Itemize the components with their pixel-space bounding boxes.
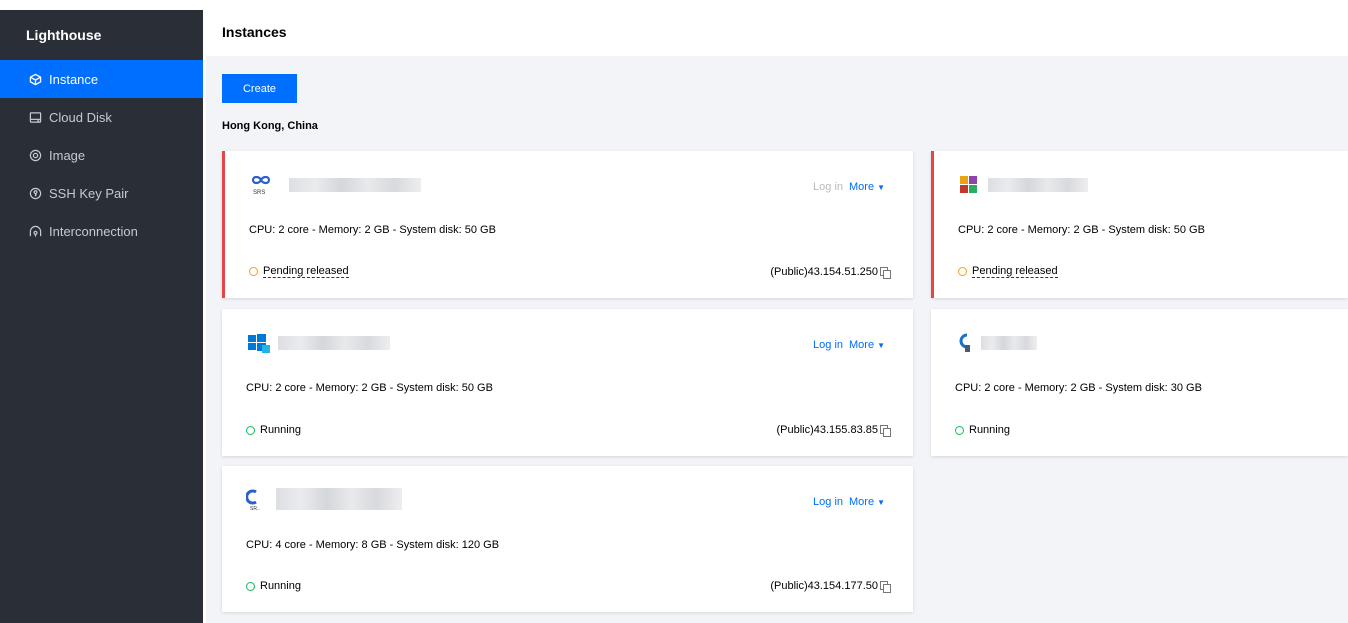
status-text[interactable]: Pending released — [263, 265, 349, 278]
card-actions: Log in More ▼ — [813, 339, 885, 351]
sidebar-item-cloud-disk[interactable]: Cloud Disk — [0, 98, 203, 136]
instance-spec: CPU: 2 core - Memory: 2 GB - System disk… — [249, 224, 496, 236]
more-dropdown[interactable]: More ▼ — [849, 496, 885, 508]
status-circle-icon — [958, 267, 967, 276]
top-gap — [0, 0, 1348, 10]
status-circle-icon — [246, 581, 255, 591]
instance-spec: CPU: 4 core - Memory: 8 GB - System disk… — [246, 539, 500, 551]
copy-icon[interactable] — [880, 581, 891, 593]
status-badge: Running — [955, 424, 1010, 436]
copy-icon[interactable] — [880, 267, 891, 279]
sidebar-item-ssh-key-pair[interactable]: SSH Key Pair — [0, 174, 203, 212]
more-dropdown[interactable]: More ▼ — [849, 339, 885, 351]
status-text: Running — [260, 580, 301, 592]
more-label: More — [849, 339, 875, 351]
ip-text: (Public)43.154.177.50 — [770, 580, 878, 592]
create-button[interactable]: Create — [222, 74, 297, 103]
instance-card[interactable]: CPU: 2 core - Memory: 2 GB - System disk… — [931, 309, 1348, 456]
region-label: Hong Kong, China — [222, 120, 318, 132]
logo-text: SR.. — [250, 506, 260, 512]
instance-name-redacted — [988, 178, 1088, 192]
key-pair-icon — [28, 186, 42, 200]
instance-card[interactable]: SRS Log in More ▼ CPU: 2 core - Memory: 2… — [222, 151, 913, 298]
instance-card[interactable]: Log in More ▼ CPU: 2 core - Memory: 2 GB … — [222, 309, 913, 456]
status-badge: Running — [246, 580, 301, 592]
sidebar: Lighthouse Instance Cloud Disk Image SSH… — [0, 10, 203, 623]
more-label: More — [849, 181, 875, 193]
sidebar-item-label: SSH Key Pair — [49, 185, 129, 201]
status-badge: Running — [246, 424, 301, 436]
status-text: Running — [969, 424, 1010, 436]
page-title: Instances — [206, 10, 1348, 56]
card-actions: Log in More ▼ — [813, 496, 885, 508]
sidebar-item-label: Interconnection — [49, 223, 138, 239]
srs-logo-icon: SR.. — [245, 488, 272, 512]
instance-name-redacted — [981, 336, 1037, 350]
instance-spec: CPU: 2 core - Memory: 2 GB - System disk… — [958, 224, 1205, 236]
instance-spec: CPU: 2 core - Memory: 2 GB - System disk… — [955, 382, 1202, 394]
interconnection-icon — [28, 224, 42, 238]
status-circle-icon — [955, 425, 964, 435]
public-ip: (Public)43.154.177.50 — [770, 580, 891, 593]
ip-text: (Public)43.154.51.250 — [770, 266, 878, 278]
sidebar-item-image[interactable]: Image — [0, 136, 203, 174]
status-circle-icon — [246, 425, 255, 435]
sidebar-item-label: Instance — [49, 71, 99, 87]
multicolor-app-logo-icon — [958, 173, 984, 197]
srs-logo-icon: SRS — [249, 173, 275, 197]
instance-card[interactable]: CPU: 2 core - Memory: 2 GB - System disk… — [931, 151, 1348, 298]
sidebar-item-instance[interactable]: Instance — [0, 60, 203, 98]
card-actions: Log in More ▼ — [813, 181, 885, 193]
status-circle-icon — [249, 267, 258, 276]
status-text[interactable]: Pending released — [972, 265, 1058, 278]
login-link[interactable]: Log in — [813, 181, 843, 193]
public-ip: (Public)43.155.83.85 — [776, 424, 891, 437]
instance-name-redacted — [276, 488, 402, 510]
more-label: More — [849, 496, 875, 508]
copy-icon[interactable] — [880, 425, 891, 437]
app-logo-icon — [955, 331, 981, 355]
instance-name-redacted — [278, 336, 390, 350]
status-badge: Pending released — [249, 265, 349, 278]
logo-text: SRS — [253, 190, 265, 196]
disk-icon — [28, 110, 42, 124]
instance-name-redacted — [289, 178, 421, 192]
login-link[interactable]: Log in — [813, 496, 843, 508]
sidebar-item-label: Cloud Disk — [49, 109, 112, 125]
status-badge: Pending released — [958, 265, 1058, 278]
sidebar-item-interconnection[interactable]: Interconnection — [0, 212, 203, 250]
caret-down-icon: ▼ — [877, 341, 885, 350]
main-content: Instances Create Hong Kong, China SRS Lo… — [206, 10, 1348, 623]
image-disc-icon — [28, 148, 42, 162]
caret-down-icon: ▼ — [877, 498, 885, 507]
sidebar-item-label: Image — [49, 147, 86, 163]
more-dropdown[interactable]: More ▼ — [849, 181, 885, 193]
cube-icon — [28, 72, 42, 86]
sidebar-title: Lighthouse — [26, 27, 102, 43]
windows-logo-icon — [246, 331, 272, 355]
instance-card[interactable]: SR.. Log in More ▼ CPU: 4 core - Memory: … — [222, 466, 913, 612]
caret-down-icon: ▼ — [877, 183, 885, 192]
public-ip: (Public)43.154.51.250 — [770, 266, 891, 279]
ip-text: (Public)43.155.83.85 — [776, 424, 878, 436]
status-text: Running — [260, 424, 301, 436]
instance-spec: CPU: 2 core - Memory: 2 GB - System disk… — [246, 382, 493, 394]
login-link[interactable]: Log in — [813, 339, 843, 351]
